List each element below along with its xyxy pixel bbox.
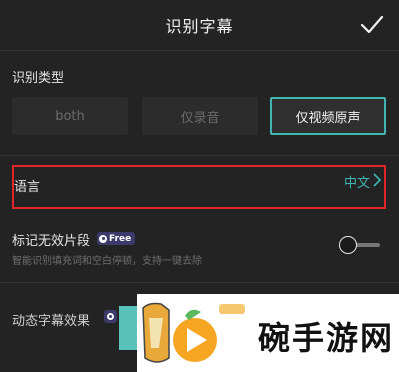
watermark-text: 碗手游网 <box>258 319 395 357</box>
option-record-only[interactable]: 仅录音 <box>142 97 258 135</box>
watermark-logo-icon <box>142 302 245 363</box>
watermark-overlay: 碗手游网 <box>137 294 399 372</box>
recognition-type-label: 识别类型 <box>12 71 65 86</box>
option-video-original-only[interactable]: 仅视频原声 <box>270 97 386 135</box>
badge-dot-icon <box>99 234 107 243</box>
toggle-knob <box>339 236 357 254</box>
free-badge-text: Free <box>109 233 132 244</box>
invalid-segments-toggle[interactable] <box>338 236 380 254</box>
option-both[interactable]: both <box>12 97 128 135</box>
language-row[interactable]: 语言 中文 <box>12 165 386 209</box>
effect-preview-thumbnail[interactable] <box>119 306 137 350</box>
checkmark-icon[interactable] <box>359 12 385 38</box>
section-divider-2 <box>0 282 399 283</box>
header-bar: 识别字幕 <box>0 0 399 50</box>
mark-invalid-segments-label: 标记无效片段 <box>12 234 91 249</box>
invalid-segments-hint: 智能识别填充词和空白停顿，支持一键去除 <box>12 256 202 267</box>
language-value: 中文 <box>343 176 370 191</box>
language-label: 语言 <box>14 180 41 195</box>
header-divider <box>0 50 399 51</box>
dynamic-subtitle-effect-label: 动态字幕效果 <box>12 314 91 329</box>
free-badge: Free <box>97 232 136 245</box>
page-title: 识别字幕 <box>165 17 234 36</box>
premium-badge-icon <box>104 310 117 323</box>
chevron-right-icon <box>373 173 382 187</box>
section-divider <box>0 155 399 156</box>
